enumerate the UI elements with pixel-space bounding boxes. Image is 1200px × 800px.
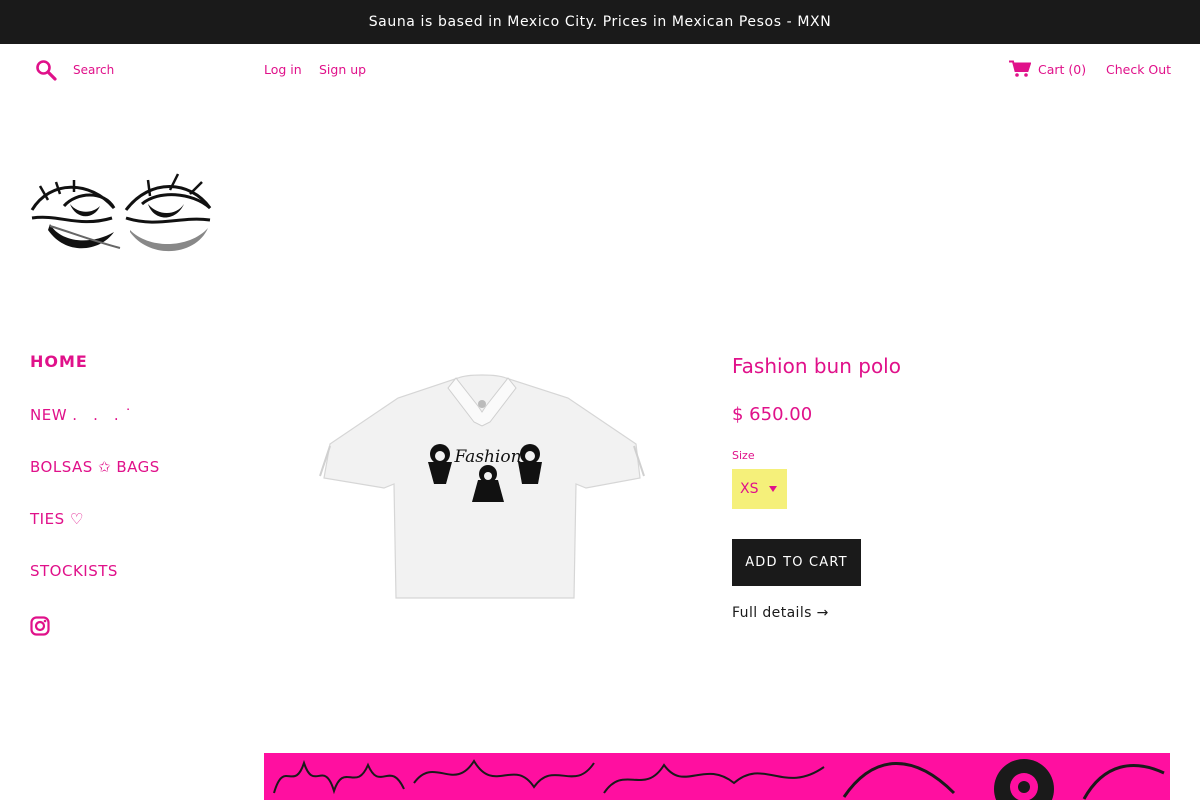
cart-icon[interactable] bbox=[1009, 60, 1031, 78]
product-title: Fashion bun polo bbox=[732, 354, 901, 378]
signup-link[interactable]: Sign up bbox=[319, 62, 366, 77]
full-details-link[interactable]: Full details → bbox=[732, 605, 829, 621]
nav-item-home[interactable]: HOME bbox=[30, 352, 88, 371]
product-price: $ 650.00 bbox=[732, 404, 813, 425]
instagram-icon[interactable] bbox=[30, 616, 50, 636]
logo-eyes[interactable] bbox=[30, 170, 212, 262]
login-link[interactable]: Log in bbox=[264, 62, 302, 77]
top-bar: Log in Sign up Cart (0) Check Out bbox=[0, 44, 1200, 94]
add-to-cart-button[interactable]: ADD TO CART bbox=[732, 539, 861, 586]
size-select[interactable]: XS bbox=[732, 469, 787, 509]
nav-item-stockists[interactable]: STOCKISTS bbox=[30, 562, 118, 580]
search-icon[interactable] bbox=[34, 58, 58, 82]
size-label: Size bbox=[732, 449, 755, 462]
announcement-text: Sauna is based in Mexico City. Prices in… bbox=[368, 14, 832, 30]
search-input[interactable] bbox=[66, 58, 246, 82]
checkout-link[interactable]: Check Out bbox=[1106, 62, 1171, 77]
shirt-print-text: Fashion bbox=[453, 447, 521, 467]
banner-artwork bbox=[273, 759, 1165, 800]
nav-item-bags[interactable]: BOLSAS ✩ BAGS bbox=[30, 458, 160, 476]
product-image[interactable]: Fashion bbox=[318, 366, 646, 606]
nav-item-ties[interactable]: TIES ♡ bbox=[30, 510, 84, 528]
promo-banner[interactable] bbox=[264, 753, 1170, 800]
nav-item-new[interactable]: NEW . . . ˙ bbox=[30, 406, 132, 424]
size-select-value: XS bbox=[740, 481, 759, 497]
announcement-bar: Sauna is based in Mexico City. Prices in… bbox=[0, 0, 1200, 44]
chevron-down-icon bbox=[769, 486, 777, 492]
cart-link[interactable]: Cart (0) bbox=[1038, 62, 1086, 77]
